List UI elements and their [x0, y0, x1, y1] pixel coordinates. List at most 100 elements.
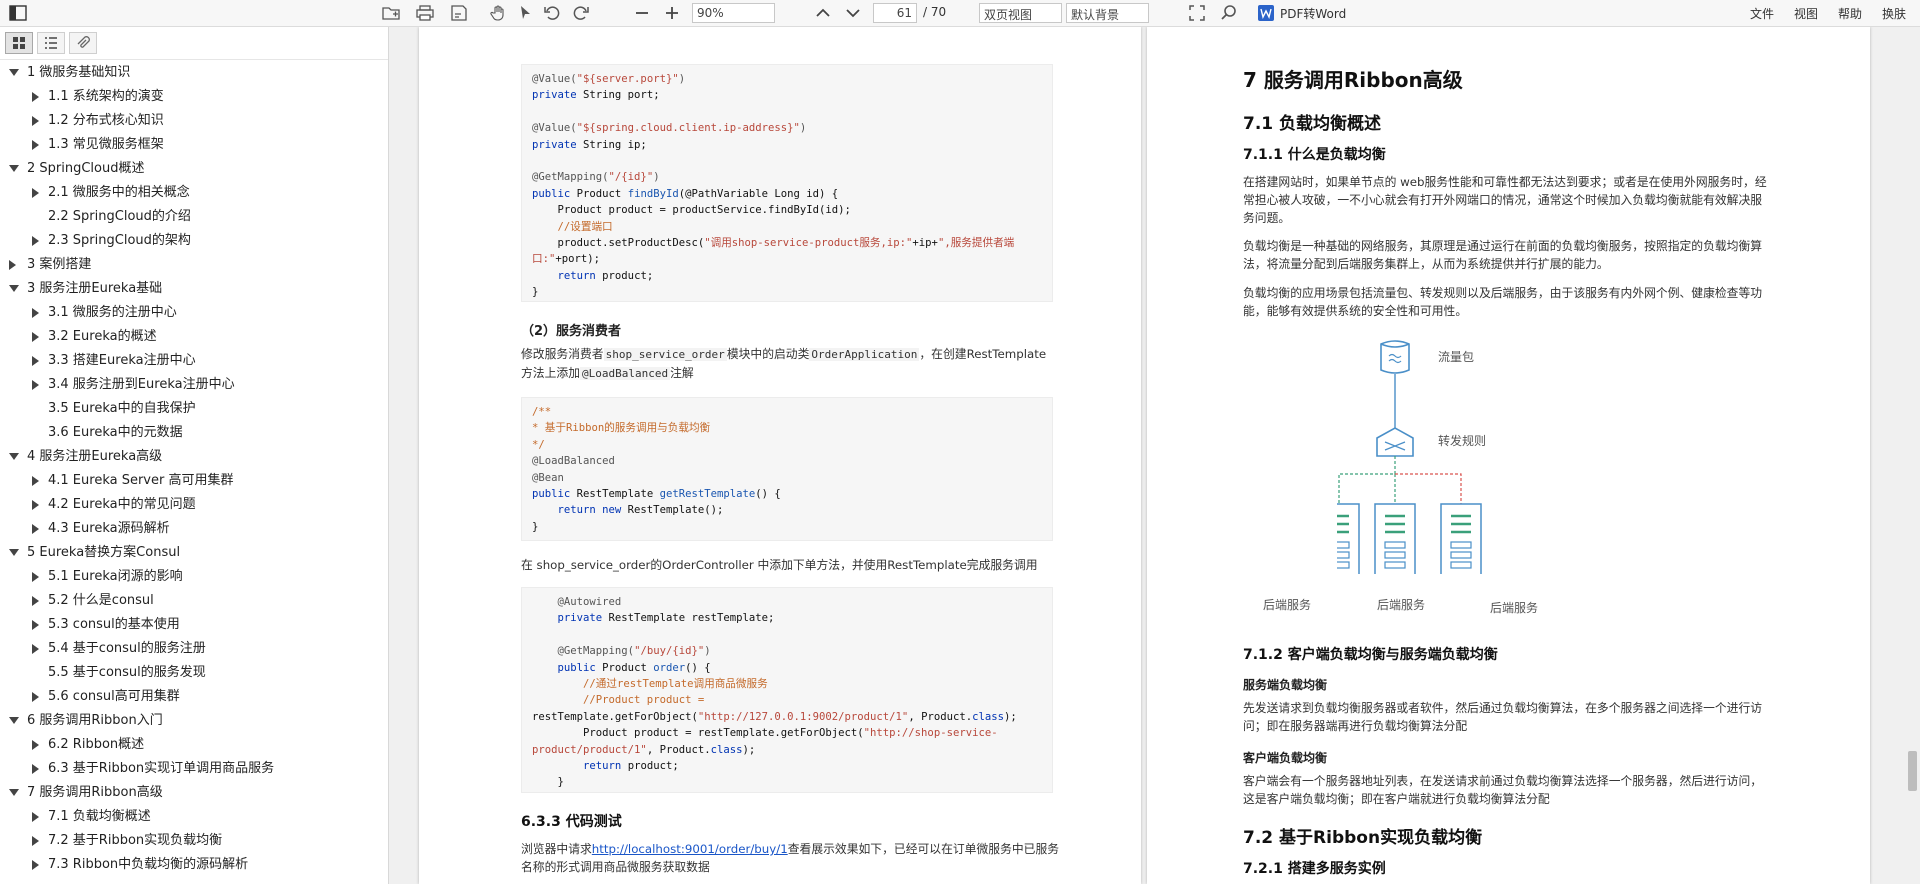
- chevron-right-icon[interactable]: [32, 596, 39, 606]
- outline-item[interactable]: 4.2 Eureka中的常见问题: [0, 493, 388, 517]
- scrollbar-thumb[interactable]: [1908, 751, 1917, 791]
- thumbnail-tab[interactable]: [5, 32, 33, 54]
- chevron-down-icon[interactable]: [9, 789, 19, 796]
- outline-item[interactable]: 7 服务调用Ribbon高级: [0, 781, 388, 805]
- outline-tab[interactable]: [37, 32, 65, 54]
- prev-page-icon[interactable]: [813, 3, 833, 23]
- outline-item[interactable]: 3 服务注册Eureka基础: [0, 277, 388, 301]
- open-folder-icon[interactable]: [381, 3, 401, 23]
- test-url-link[interactable]: http://localhost:9001/order/buy/1: [592, 842, 788, 856]
- chevron-right-icon[interactable]: [32, 860, 39, 870]
- chevron-right-icon[interactable]: [9, 260, 16, 270]
- outline-item[interactable]: 5 Eureka替换方案Consul: [0, 541, 388, 565]
- outline-item[interactable]: 6 服务调用Ribbon入门: [0, 709, 388, 733]
- pdf-to-word-icon[interactable]: [1258, 5, 1274, 21]
- chevron-down-icon[interactable]: [9, 453, 19, 460]
- chevron-right-icon[interactable]: [32, 620, 39, 630]
- outline-item[interactable]: 6.3 基于Ribbon实现订单调用商品服务: [0, 757, 388, 781]
- page-number-input[interactable]: [873, 3, 917, 23]
- menu-skin[interactable]: 换肤: [1882, 5, 1906, 22]
- fullscreen-icon[interactable]: [1187, 3, 1207, 23]
- outline-item[interactable]: 5.6 consul高可用集群: [0, 685, 388, 709]
- outline-item-label: 5.3 consul的基本使用: [48, 617, 180, 632]
- zoom-input[interactable]: [692, 3, 775, 23]
- chevron-right-icon[interactable]: [32, 644, 39, 654]
- outline-item[interactable]: 2.2 SpringCloud的介绍: [0, 205, 388, 229]
- chevron-down-icon[interactable]: [9, 549, 19, 556]
- background-select[interactable]: 默认背景: [1066, 3, 1149, 23]
- outline-item[interactable]: 1.1 系统架构的演变: [0, 85, 388, 109]
- chevron-right-icon[interactable]: [32, 140, 39, 150]
- outline-item[interactable]: 3.6 Eureka中的元数据: [0, 421, 388, 445]
- outline-item[interactable]: 6.2 Ribbon概述: [0, 733, 388, 757]
- chevron-right-icon[interactable]: [32, 356, 39, 366]
- outline-item-label: 5.1 Eureka闭源的影响: [48, 569, 183, 584]
- chevron-right-icon[interactable]: [32, 572, 39, 582]
- chevron-right-icon[interactable]: [32, 92, 39, 102]
- undo-icon[interactable]: [542, 3, 562, 23]
- outline-item[interactable]: 7.1 负载均衡概述: [0, 805, 388, 829]
- inline-code: @LoadBalanced: [580, 367, 671, 380]
- outline-item[interactable]: 3.1 微服务的注册中心: [0, 301, 388, 325]
- chevron-down-icon[interactable]: [9, 69, 19, 76]
- menu-file[interactable]: 文件: [1750, 5, 1774, 22]
- outline-item[interactable]: 4.3 Eureka源码解析: [0, 517, 388, 541]
- outline-item[interactable]: 4.1 Eureka Server 高可用集群: [0, 469, 388, 493]
- diagram-label-traffic: 流量包: [1438, 350, 1475, 364]
- redo-icon[interactable]: [571, 3, 591, 23]
- vertical-scrollbar[interactable]: [1905, 27, 1920, 884]
- chevron-down-icon[interactable]: [9, 285, 19, 292]
- outline-item[interactable]: 1.2 分布式核心知识: [0, 109, 388, 133]
- outline-item[interactable]: 5.2 什么是consul: [0, 589, 388, 613]
- chevron-right-icon[interactable]: [32, 380, 39, 390]
- chevron-right-icon[interactable]: [32, 740, 39, 750]
- view-mode-select[interactable]: 双页视图: [979, 3, 1062, 23]
- menu-view[interactable]: 视图: [1794, 5, 1818, 22]
- outline-item[interactable]: 5.4 基于consul的服务注册: [0, 637, 388, 661]
- outline-item[interactable]: 2.3 SpringCloud的架构: [0, 229, 388, 253]
- print-icon[interactable]: [415, 3, 435, 23]
- outline-item[interactable]: 7.3 Ribbon中负载均衡的源码解析: [0, 853, 388, 877]
- chevron-right-icon[interactable]: [32, 476, 39, 486]
- outline-item[interactable]: 3.3 搭建Eureka注册中心: [0, 349, 388, 373]
- chevron-right-icon[interactable]: [32, 308, 39, 318]
- outline-item[interactable]: 4 服务注册Eureka高级: [0, 445, 388, 469]
- chevron-right-icon[interactable]: [32, 332, 39, 342]
- subsection-title-7-1-2: 7.1.2 客户端负载均衡与服务端负载均衡: [1243, 647, 1498, 663]
- next-page-icon[interactable]: [843, 3, 863, 23]
- hand-tool-icon[interactable]: [489, 3, 509, 23]
- outline-item[interactable]: 3.5 Eureka中的自我保护: [0, 397, 388, 421]
- search-icon[interactable]: [1219, 3, 1239, 23]
- chevron-right-icon[interactable]: [32, 524, 39, 534]
- chevron-right-icon[interactable]: [32, 500, 39, 510]
- outline-item[interactable]: 1 微服务基础知识: [0, 61, 388, 85]
- attachment-tab[interactable]: [69, 32, 97, 54]
- outline-item[interactable]: 3.4 服务注册到Eureka注册中心: [0, 373, 388, 397]
- zoom-in-icon[interactable]: [662, 3, 682, 23]
- menu-help[interactable]: 帮助: [1838, 5, 1862, 22]
- chevron-right-icon[interactable]: [32, 188, 39, 198]
- outline-item[interactable]: 5.5 基于consul的服务发现: [0, 661, 388, 685]
- chevron-down-icon[interactable]: [9, 717, 19, 724]
- outline-item[interactable]: 2.1 微服务中的相关概念: [0, 181, 388, 205]
- outline-item[interactable]: 3 案例搭建: [0, 253, 388, 277]
- diagram-label-backend-2: 后端服务: [1377, 598, 1426, 612]
- chevron-right-icon[interactable]: [32, 764, 39, 774]
- outline-item[interactable]: 5.3 consul的基本使用: [0, 613, 388, 637]
- outline-item[interactable]: 1.3 常见微服务框架: [0, 133, 388, 157]
- outline-item[interactable]: 3.2 Eureka的概述: [0, 325, 388, 349]
- chevron-right-icon[interactable]: [32, 236, 39, 246]
- outline-item[interactable]: 2 SpringCloud概述: [0, 157, 388, 181]
- chevron-right-icon[interactable]: [32, 692, 39, 702]
- outline-item[interactable]: 7.2 基于Ribbon实现负载均衡: [0, 829, 388, 853]
- chevron-right-icon[interactable]: [32, 812, 39, 822]
- pdf-to-word-label[interactable]: PDF转Word: [1280, 5, 1346, 22]
- outline-item[interactable]: 5.1 Eureka闭源的影响: [0, 565, 388, 589]
- zoom-out-icon[interactable]: [632, 3, 652, 23]
- sidebar-toggle-icon[interactable]: [8, 3, 28, 23]
- chevron-right-icon[interactable]: [32, 116, 39, 126]
- select-cursor-icon[interactable]: [515, 3, 535, 23]
- chevron-right-icon[interactable]: [32, 836, 39, 846]
- save-as-icon[interactable]: [449, 3, 469, 23]
- chevron-down-icon[interactable]: [9, 165, 19, 172]
